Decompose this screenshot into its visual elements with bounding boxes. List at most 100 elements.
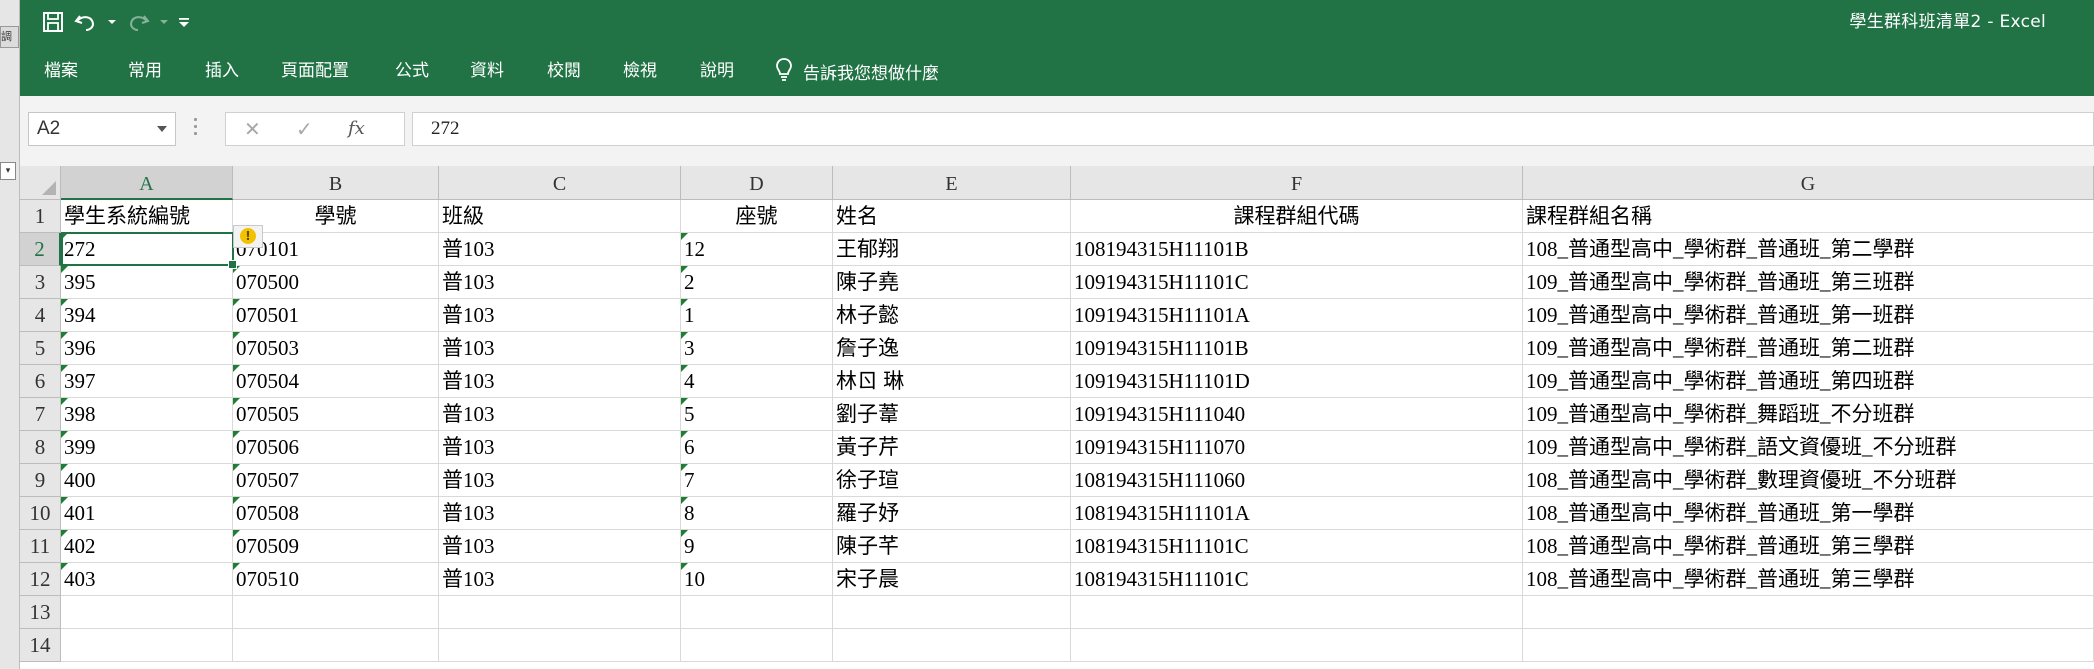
cell-e9[interactable]: 徐子瑄 [833,464,1071,497]
enter-icon[interactable]: ✓ [296,113,313,145]
column-header-d[interactable]: D [681,166,833,200]
cell-b8[interactable]: 070506 [233,431,439,464]
cell-d5[interactable]: 3 [681,332,833,365]
tab-help[interactable]: 說明 [700,46,734,96]
cell-e7[interactable]: 劉子葦 [833,398,1071,431]
cell-g14[interactable] [1523,629,2094,662]
cell-d2[interactable]: 12 [681,233,833,266]
cell-g10[interactable]: 108_普通型高中_學術群_普通班_第一學群 [1523,497,2094,530]
cell-f12[interactable]: 108194315H11101C [1071,563,1523,596]
cell-g1[interactable]: 課程群組名稱 [1523,200,2094,233]
cell-c11[interactable]: 普103 [439,530,681,563]
cell-a12[interactable]: 403 [61,563,233,596]
cell-a11[interactable]: 402 [61,530,233,563]
cell-e6[interactable]: 林ㄖ 琳 [833,365,1071,398]
left-strip-dropdown[interactable]: ▾ [0,162,16,180]
worksheet-grid[interactable]: A B C D E F G 1 2 3 4 5 6 7 8 9 10 11 12 13 14 學生系統編號 學號 班級 座號 姓名… [20,166,2094,669]
cell-g2[interactable]: 108_普通型高中_學術群_普通班_第二學群 [1523,233,2094,266]
cell-c7[interactable]: 普103 [439,398,681,431]
tab-review[interactable]: 校閱 [547,46,581,96]
cell-e1[interactable]: 姓名 [833,200,1071,233]
name-box[interactable]: A2 [28,112,176,146]
cell-g3[interactable]: 109_普通型高中_學術群_普通班_第三班群 [1523,266,2094,299]
cell-c14[interactable] [439,629,681,662]
cell-f5[interactable]: 109194315H11101B [1071,332,1523,365]
cell-g7[interactable]: 109_普通型高中_學術群_舞蹈班_不分班群 [1523,398,2094,431]
cell-d8[interactable]: 6 [681,431,833,464]
row-header-1[interactable]: 1 [20,200,61,233]
row-header-8[interactable]: 8 [20,431,61,464]
row-header-5[interactable]: 5 [20,332,61,365]
row-header-14[interactable]: 14 [20,629,61,662]
cell-b12[interactable]: 070510 [233,563,439,596]
cell-c6[interactable]: 普103 [439,365,681,398]
formula-input[interactable]: 272 [412,112,2094,146]
cell-b10[interactable]: 070508 [233,497,439,530]
cell-e4[interactable]: 林子懿 [833,299,1071,332]
cell-g4[interactable]: 109_普通型高中_學術群_普通班_第一班群 [1523,299,2094,332]
row-header-6[interactable]: 6 [20,365,61,398]
cell-a6[interactable]: 397 [61,365,233,398]
row-header-10[interactable]: 10 [20,497,61,530]
cell-b14[interactable] [233,629,439,662]
undo-icon[interactable] [74,8,98,36]
undo-dropdown-icon[interactable] [108,8,116,36]
cell-c5[interactable]: 普103 [439,332,681,365]
cell-e14[interactable] [833,629,1071,662]
cell-a1[interactable]: 學生系統編號 [61,200,233,233]
cell-c3[interactable]: 普103 [439,266,681,299]
cell-d6[interactable]: 4 [681,365,833,398]
cell-d7[interactable]: 5 [681,398,833,431]
column-header-f[interactable]: F [1071,166,1523,200]
cell-b1[interactable]: 學號 [233,200,439,233]
cell-b9[interactable]: 070507 [233,464,439,497]
cell-a7[interactable]: 398 [61,398,233,431]
cell-c4[interactable]: 普103 [439,299,681,332]
row-header-11[interactable]: 11 [20,530,61,563]
column-header-a[interactable]: A [61,166,233,200]
cell-f1[interactable]: 課程群組代碼 [1071,200,1523,233]
cell-f7[interactable]: 109194315H111040 [1071,398,1523,431]
cell-f4[interactable]: 109194315H11101A [1071,299,1523,332]
cell-g13[interactable] [1523,596,2094,629]
tab-home[interactable]: 常用 [128,46,162,96]
column-header-c[interactable]: C [439,166,681,200]
cell-g8[interactable]: 109_普通型高中_學術群_語文資優班_不分班群 [1523,431,2094,464]
save-icon[interactable] [42,8,64,36]
tab-insert[interactable]: 插入 [205,46,239,96]
row-header-2[interactable]: 2 [20,233,61,266]
select-all-button[interactable] [20,166,61,200]
cell-f11[interactable]: 108194315H11101C [1071,530,1523,563]
cell-f2[interactable]: 108194315H11101B [1071,233,1523,266]
cell-e8[interactable]: 黃子芹 [833,431,1071,464]
cell-c8[interactable]: 普103 [439,431,681,464]
cancel-icon[interactable]: ✕ [244,113,261,145]
error-warning-button[interactable]: ! [233,225,263,248]
cell-f6[interactable]: 109194315H11101D [1071,365,1523,398]
cell-b6[interactable]: 070504 [233,365,439,398]
cell-f8[interactable]: 109194315H111070 [1071,431,1523,464]
row-header-9[interactable]: 9 [20,464,61,497]
insert-function-icon[interactable]: fx [348,113,365,145]
cell-b5[interactable]: 070503 [233,332,439,365]
cell-b11[interactable]: 070509 [233,530,439,563]
cell-e11[interactable]: 陳子芊 [833,530,1071,563]
cell-a3[interactable]: 395 [61,266,233,299]
cell-d14[interactable] [681,629,833,662]
formula-bar-grip-icon[interactable] [194,118,198,140]
row-header-12[interactable]: 12 [20,563,61,596]
cell-b2[interactable]: 070101 [233,233,439,266]
cell-b3[interactable]: 070500 [233,266,439,299]
row-header-13[interactable]: 13 [20,596,61,629]
cell-f10[interactable]: 108194315H11101A [1071,497,1523,530]
cell-e2[interactable]: 王郁翔 [833,233,1071,266]
row-header-4[interactable]: 4 [20,299,61,332]
cell-d1[interactable]: 座號 [681,200,833,233]
cell-a13[interactable] [61,596,233,629]
cell-d4[interactable]: 1 [681,299,833,332]
cell-a5[interactable]: 396 [61,332,233,365]
cell-g11[interactable]: 108_普通型高中_學術群_普通班_第三學群 [1523,530,2094,563]
cell-a4[interactable]: 394 [61,299,233,332]
cell-b13[interactable] [233,596,439,629]
column-header-g[interactable]: G [1523,166,2094,200]
